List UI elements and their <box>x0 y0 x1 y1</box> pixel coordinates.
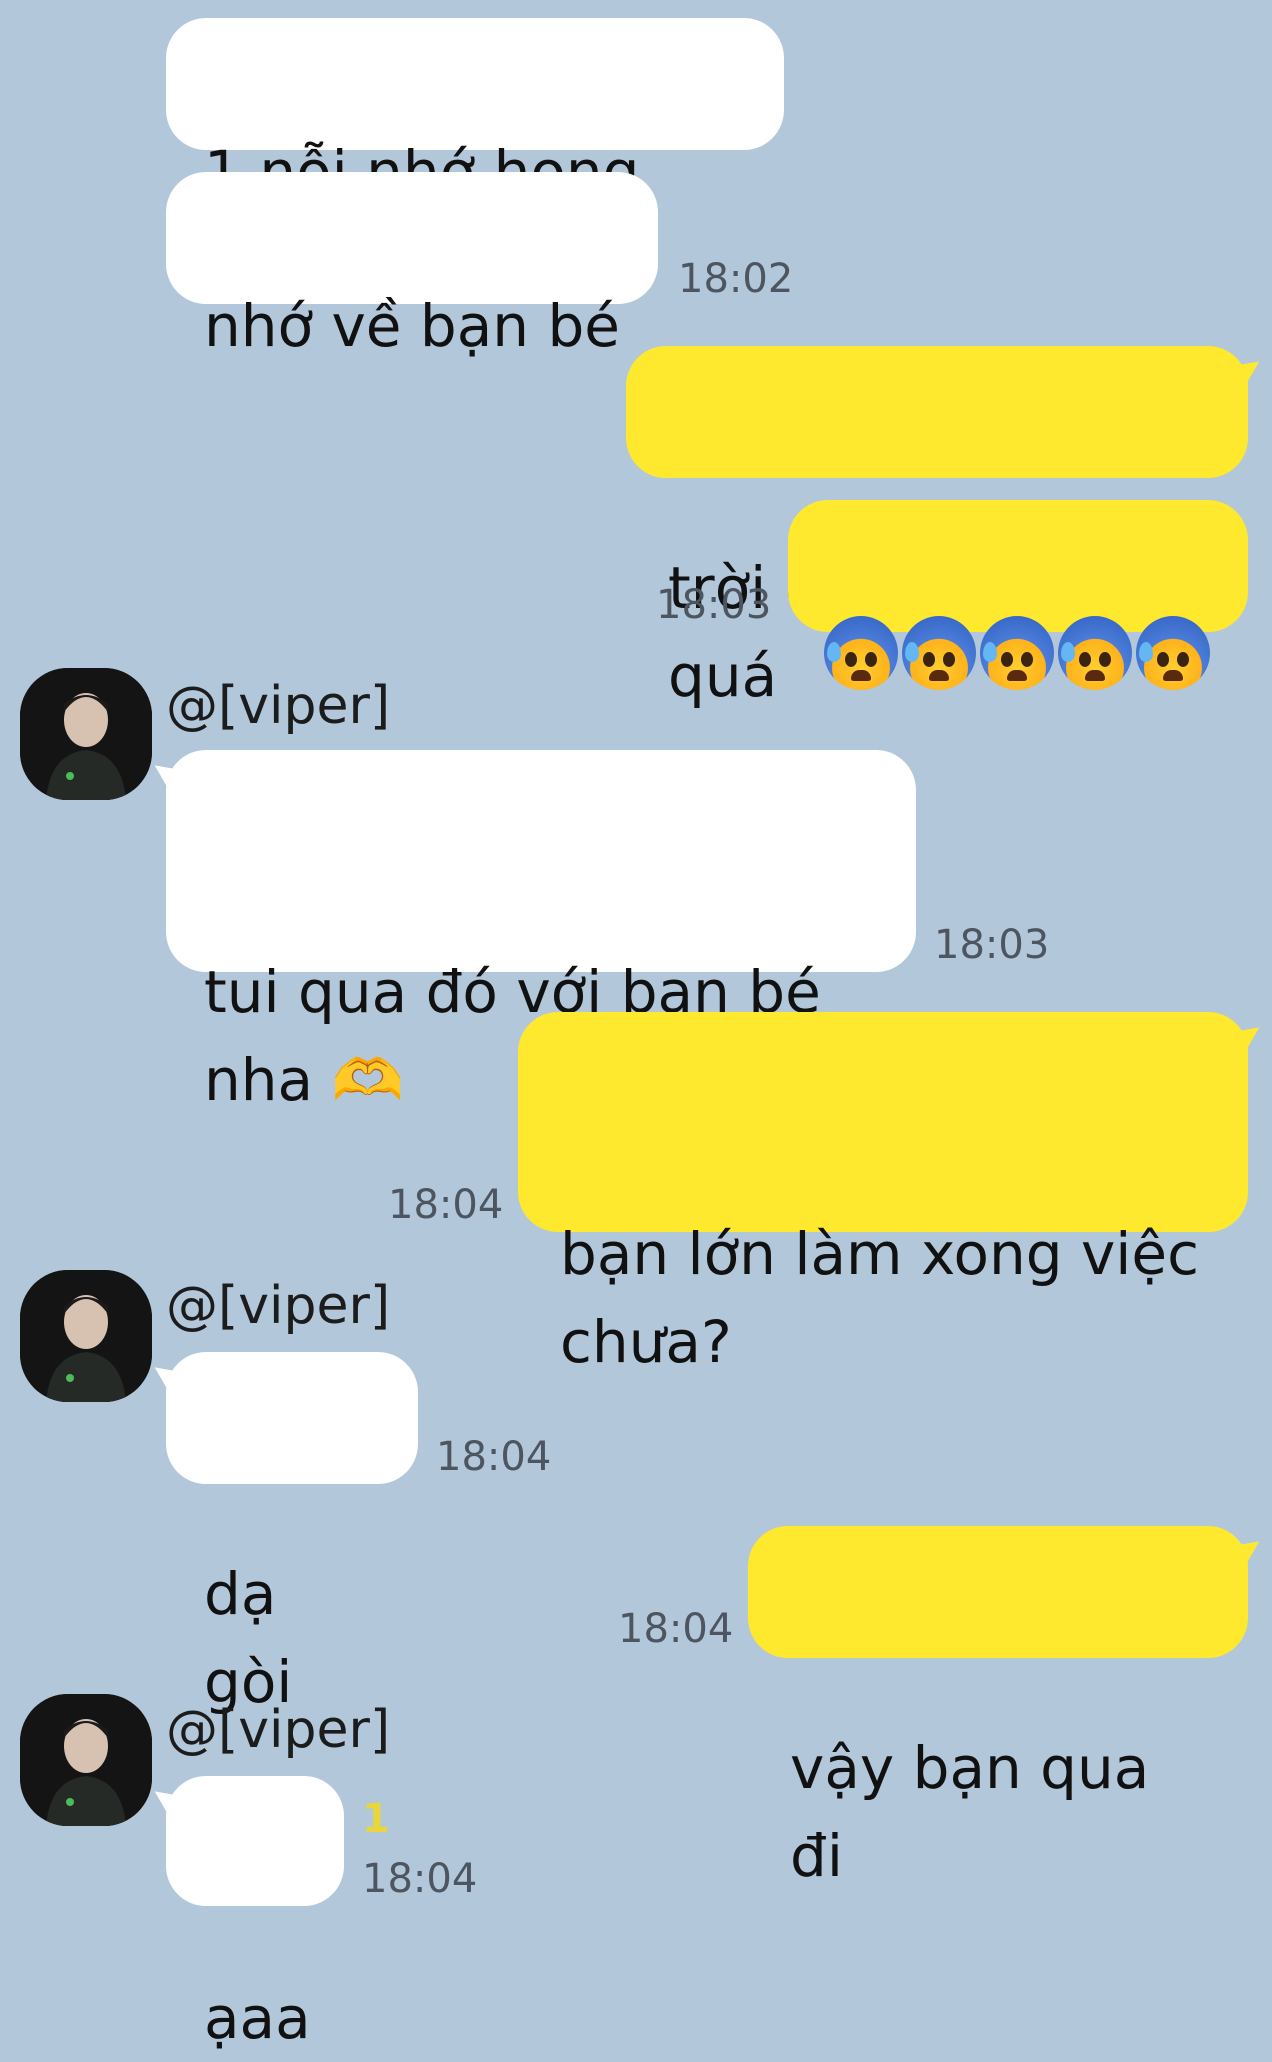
anxious-face-with-sweat-icon <box>980 616 1054 690</box>
bubble-tail <box>146 1779 188 1821</box>
message-timestamp: 18:04 <box>436 1434 552 1480</box>
sender-name: @[viper] <box>166 1276 391 1336</box>
message-timestamp: 18:04 <box>362 1856 478 1902</box>
message-bubble-incoming[interactable]: ạaa <box>146 1776 344 2052</box>
sender-name: @[viper] <box>166 1700 391 1760</box>
anxious-face-with-sweat-icon <box>824 616 898 690</box>
anxious-face-with-sweat-icon <box>1136 616 1210 690</box>
message-bubble-outgoing[interactable] <box>788 500 1248 690</box>
message-timestamp: 18:04 <box>388 1182 504 1228</box>
person-avatar-icon <box>20 1270 152 1402</box>
message-bubble-outgoing[interactable]: bạn lớn làm xong việc chưa? <box>518 1012 1268 1376</box>
message-timestamp: 18:03 <box>934 922 1050 968</box>
message-text: ạaa <box>204 1984 311 2052</box>
bubble-tail <box>1226 1529 1268 1571</box>
contact-avatar[interactable] <box>20 668 152 800</box>
message-bubble-outgoing[interactable]: trời ơi đáng sợ quá <box>626 346 1268 710</box>
bubble-tail <box>146 1355 188 1397</box>
message-bubble-outgoing[interactable]: vậy bạn qua đi <box>748 1526 1268 1890</box>
message-text: dạ gòi <box>204 1560 293 1716</box>
message-text: bạn lớn làm xong việc chưa? <box>560 1220 1199 1376</box>
message-bubble-incoming[interactable]: dạ gòi <box>146 1352 418 1716</box>
person-avatar-icon <box>20 1694 152 1826</box>
message-text: nhớ về bạn bé <box>204 292 620 360</box>
bubble-tail <box>1226 349 1268 391</box>
message-bubble-incoming[interactable]: nhớ về bạn bé <box>166 172 658 360</box>
message-text: vậy bạn qua đi <box>790 1734 1150 1890</box>
anxious-face-with-sweat-icon <box>902 616 976 690</box>
anxious-face-with-sweat-icon <box>1058 616 1132 690</box>
bubble-tail <box>1226 1015 1268 1057</box>
message-timestamp: 18:03 <box>656 582 772 628</box>
person-avatar-icon <box>20 668 152 800</box>
sender-name: @[viper] <box>166 676 391 736</box>
contact-avatar[interactable] <box>20 1270 152 1402</box>
message-bubble-incoming[interactable]: 1 nỗi nhớ hong tên <box>166 18 784 294</box>
emoji-row <box>824 608 1218 690</box>
message-timestamp: 18:04 <box>618 1606 734 1652</box>
contact-avatar[interactable] <box>20 1694 152 1826</box>
message-bubble-incoming[interactable]: tui qua đó với bạn bé nha 🫶 <box>146 750 916 1114</box>
bubble-tail <box>146 753 188 795</box>
message-timestamp: 18:02 <box>678 256 794 302</box>
unread-count: 1 <box>362 1796 390 1842</box>
